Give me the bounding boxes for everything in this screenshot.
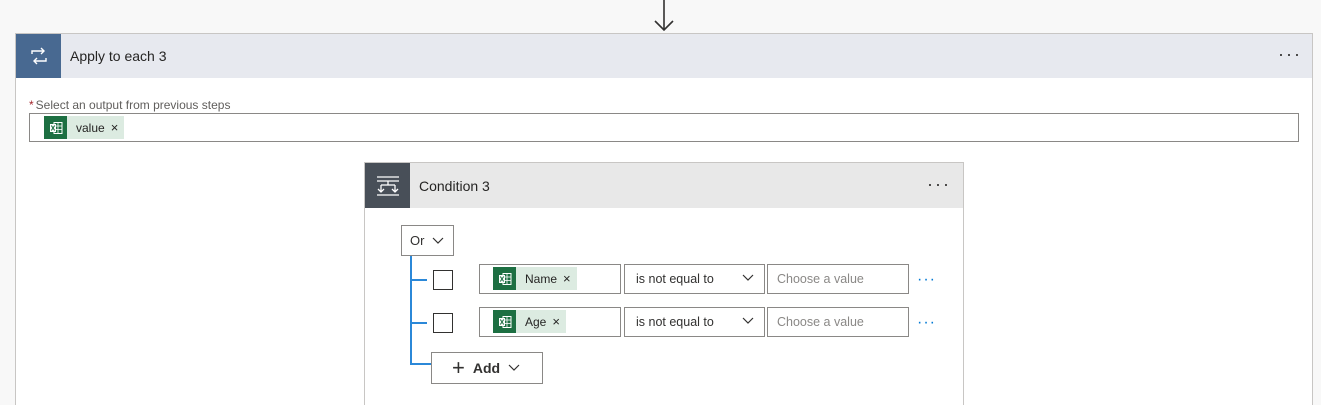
age-token-label: Age — [525, 314, 547, 329]
row-1-value-input[interactable]: Choose a value — [767, 264, 909, 294]
flow-canvas: Apply to each 3 ··· * Select an output fr… — [0, 0, 1321, 405]
value-token-remove-button[interactable]: × — [111, 120, 125, 135]
age-token-remove-button[interactable]: × — [552, 314, 566, 329]
condition-tree-line — [410, 256, 412, 364]
name-token-remove-button[interactable]: × — [563, 271, 577, 286]
condition-menu-button[interactable]: ··· — [927, 174, 951, 194]
arrow-down-icon — [654, 0, 674, 32]
condition-title: Condition 3 — [419, 178, 490, 194]
value-token[interactable]: value × — [44, 116, 125, 139]
chevron-down-icon — [742, 274, 754, 281]
name-token-label: Name — [525, 271, 558, 286]
output-field-input[interactable]: value × — [29, 113, 1299, 142]
excel-icon — [493, 267, 516, 290]
apply-to-each-menu-button[interactable]: ··· — [1278, 44, 1302, 64]
condition-tree-branch — [410, 363, 431, 365]
row-1-field-input[interactable]: Name × — [479, 264, 621, 294]
value-token-label: value — [76, 120, 105, 135]
row-2-value-input[interactable]: Choose a value — [767, 307, 909, 337]
row-2-operator-select[interactable]: is not equal to — [624, 307, 765, 337]
chevron-down-icon — [742, 317, 754, 324]
chevron-down-icon — [508, 364, 520, 371]
row-1-checkbox[interactable] — [433, 270, 453, 290]
loop-icon — [16, 34, 61, 78]
row-1-operator-value: is not equal to — [636, 272, 714, 286]
row-2-value-placeholder: Choose a value — [777, 315, 864, 329]
condition-tree-branch — [410, 322, 427, 324]
output-field-label-text: Select an output from previous steps — [35, 98, 231, 112]
age-token[interactable]: Age × — [493, 310, 566, 333]
group-operator-select[interactable]: Or — [401, 225, 454, 256]
apply-to-each-header[interactable]: Apply to each 3 ··· — [16, 34, 1312, 78]
name-token[interactable]: Name × — [493, 267, 577, 290]
row-1-value-placeholder: Choose a value — [777, 272, 864, 286]
required-mark: * — [29, 98, 34, 112]
condition-card: Condition 3 ··· Or Name × is not equal t… — [364, 162, 964, 405]
apply-to-each-title: Apply to each 3 — [70, 48, 167, 64]
excel-icon — [493, 310, 516, 333]
row-2-checkbox[interactable] — [433, 313, 453, 333]
row-1-menu-button[interactable]: ··· — [917, 272, 936, 288]
group-operator-value: Or — [410, 233, 425, 248]
row-1-operator-select[interactable]: is not equal to — [624, 264, 765, 294]
chevron-down-icon — [433, 237, 444, 244]
row-2-menu-button[interactable]: ··· — [917, 315, 936, 331]
add-condition-label: Add — [472, 360, 501, 376]
row-2-field-input[interactable]: Age × — [479, 307, 621, 337]
row-2-operator-value: is not equal to — [636, 315, 714, 329]
condition-icon — [365, 163, 410, 208]
apply-to-each-card: Apply to each 3 ··· * Select an output fr… — [15, 33, 1313, 405]
add-condition-button[interactable]: + Add — [431, 352, 543, 384]
output-field-label: * Select an output from previous steps — [29, 98, 230, 112]
condition-tree-branch — [410, 279, 427, 281]
condition-header[interactable]: Condition 3 ··· — [365, 163, 963, 208]
plus-icon: + — [452, 355, 465, 380]
excel-icon — [44, 116, 67, 139]
